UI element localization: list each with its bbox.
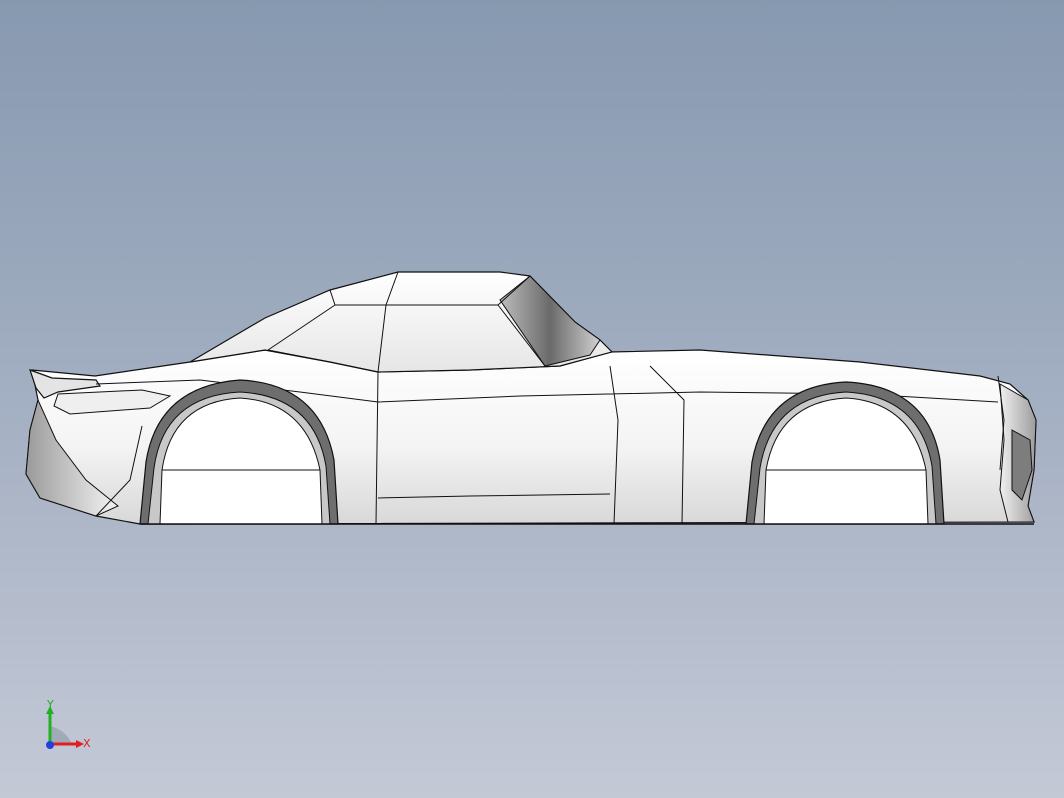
graphics-viewport[interactable]: X Y <box>0 0 1064 798</box>
car-body-model[interactable] <box>0 0 1064 798</box>
x-axis-label: X <box>83 737 91 750</box>
z-axis-dot <box>46 741 54 749</box>
triad-z-shadow <box>50 726 72 744</box>
y-axis-label: Y <box>46 700 54 711</box>
coordinate-triad: X Y <box>46 700 91 750</box>
